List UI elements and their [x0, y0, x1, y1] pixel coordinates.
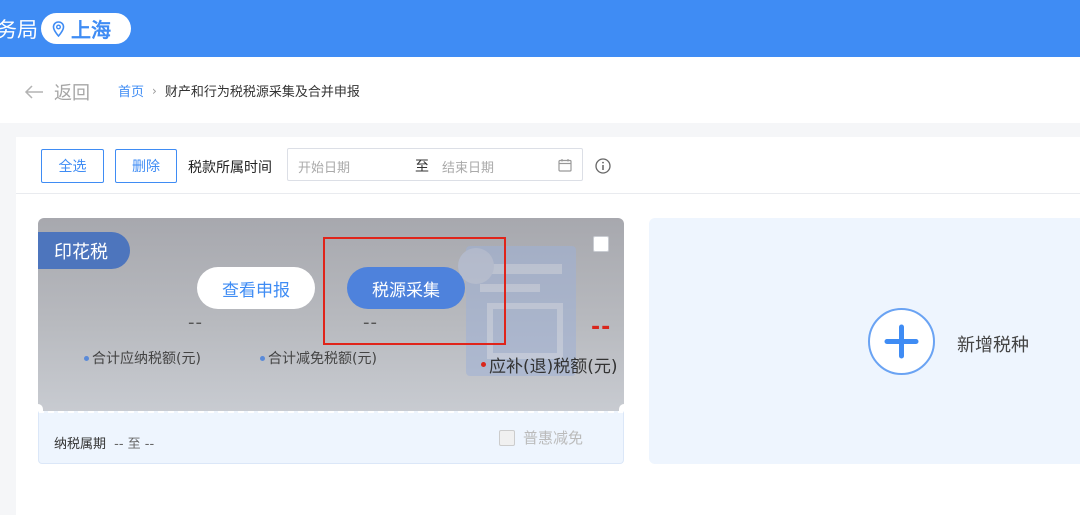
location-pin-icon [52, 20, 65, 37]
tax-period-label-text: 纳税属期 [54, 437, 107, 452]
add-tax-type-label: 新增税种 [957, 335, 1029, 356]
inclusive-relief-label: 普惠减免 [523, 429, 584, 447]
tax-period-label: 税款所属时间 [188, 160, 272, 176]
bullet-dot-icon [84, 355, 89, 361]
site-title: 务局 [0, 18, 38, 42]
total-payable-text: 合计应纳税额(元) [92, 351, 201, 367]
bullet-dot-icon [260, 355, 265, 361]
date-range-picker[interactable]: 开始日期 至 结束日期 [287, 148, 583, 181]
refund-value: -- [591, 315, 612, 340]
calendar-icon [558, 159, 572, 172]
total-payable-value: -- [188, 312, 203, 333]
add-tax-type-button[interactable] [868, 308, 935, 375]
location-selector[interactable]: 上海 [41, 13, 131, 44]
back-label: 返回 [54, 83, 90, 104]
end-date-input[interactable]: 结束日期 [442, 157, 494, 176]
delete-button[interactable]: 删除 [115, 149, 177, 183]
breadcrumb-separator: › [152, 83, 157, 98]
arrow-left-icon [24, 85, 43, 99]
tax-source-collect-button[interactable]: 税源采集 [347, 267, 465, 309]
tax-card-footer: 纳税属期 -- 至 -- 普惠减免 [38, 411, 624, 464]
refund-label: 应补(退)税额(元) [481, 352, 618, 377]
breadcrumb-current-page: 财产和行为税税源采集及合并申报 [164, 85, 360, 100]
view-declaration-button[interactable]: 查看申报 [197, 267, 315, 309]
breadcrumb-bar: 返回 首页 › 财产和行为税税源采集及合并申报 [0, 57, 1080, 123]
date-range-separator: 至 [415, 159, 429, 175]
inclusive-relief-checkbox[interactable]: 普惠减免 [499, 427, 583, 448]
total-payable-label: 合计应纳税额(元) [84, 348, 201, 368]
select-all-button[interactable]: 全选 [41, 149, 104, 183]
section-divider [0, 123, 1080, 137]
checkbox-box[interactable] [499, 429, 515, 446]
refund-text: 应补(退)税额(元) [489, 357, 618, 377]
tax-period-value: -- 至 -- [114, 437, 155, 452]
left-gutter [0, 137, 16, 515]
add-tax-type-card[interactable]: 新增税种 [649, 218, 1080, 464]
tax-type-badge: 印花税 [38, 232, 130, 269]
tax-period-info: 纳税属期 -- 至 -- [54, 433, 154, 452]
start-date-input[interactable]: 开始日期 [298, 157, 350, 176]
filter-toolbar: 全选 删除 税款所属时间 开始日期 至 结束日期 [16, 137, 1080, 194]
stamp-tax-card: 印花税 查看申报 税源采集 -- -- -- 合计应纳税额(元) 合计减免税额(… [33, 218, 629, 464]
total-relief-text: 合计减免税额(元) [268, 351, 377, 367]
back-button[interactable]: 返回 [24, 79, 90, 105]
plus-icon [884, 324, 919, 359]
location-name: 上海 [71, 18, 111, 42]
total-relief-value: -- [363, 312, 378, 333]
tax-card-body: 印花税 查看申报 税源采集 -- -- -- 合计应纳税额(元) 合计减免税额(… [38, 218, 624, 411]
bullet-dot-icon [481, 362, 486, 367]
top-header-bar: 务局 上海 [0, 0, 1080, 57]
card-select-checkbox[interactable] [593, 236, 609, 252]
breadcrumb: 首页 › 财产和行为税税源采集及合并申报 [118, 81, 360, 101]
breadcrumb-home-link[interactable]: 首页 [118, 81, 144, 100]
total-relief-label: 合计减免税额(元) [260, 348, 377, 368]
info-icon[interactable] [595, 158, 611, 174]
